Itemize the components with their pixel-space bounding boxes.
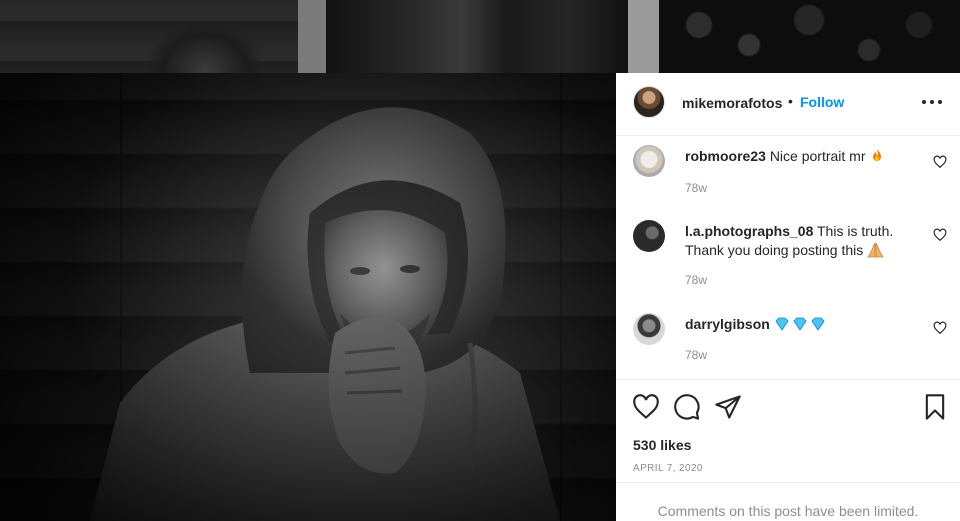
gem-stone-emoji-icon <box>775 317 825 331</box>
folded-hands-emoji-icon <box>867 242 884 258</box>
comment-icon[interactable] <box>673 393 701 421</box>
post-details-panel: mikemorafotos • Follow robmoore23 Nice p… <box>616 73 960 521</box>
comment-timestamp[interactable]: 78w <box>685 181 707 195</box>
action-bar-divider <box>616 379 960 380</box>
commenter-avatar[interactable] <box>633 145 665 177</box>
comment-timestamp[interactable]: 78w <box>685 273 707 287</box>
comment-like-heart-icon[interactable] <box>933 321 947 335</box>
follow-button[interactable]: Follow <box>800 94 844 110</box>
grid-thumbnail[interactable] <box>659 0 960 73</box>
grid-gap <box>298 0 326 73</box>
grid-gap <box>628 0 659 73</box>
commenter-username[interactable]: darrylgibson <box>685 316 770 332</box>
heart-icon[interactable] <box>632 393 660 421</box>
comment-like-heart-icon[interactable] <box>933 155 947 169</box>
comment-like-heart-icon[interactable] <box>933 228 947 242</box>
separator-dot: • <box>788 93 793 109</box>
comments-limited-notice: Comments on this post have been limited. <box>657 503 919 519</box>
grid-thumbnail[interactable] <box>0 0 298 73</box>
commenter-username[interactable]: robmoore23 <box>685 148 766 164</box>
comment-timestamp[interactable]: 78w <box>685 348 707 362</box>
likes-count[interactable]: 530 likes <box>633 437 691 453</box>
grid-thumbnail[interactable] <box>326 0 628 73</box>
bookmark-icon[interactable] <box>921 393 949 421</box>
author-username[interactable]: mikemorafotos <box>682 95 782 111</box>
post-photo[interactable] <box>0 73 616 521</box>
share-icon[interactable] <box>714 393 742 421</box>
commenter-avatar[interactable] <box>633 313 665 345</box>
comment-text: Nice portrait mr <box>769 148 866 164</box>
post-date[interactable]: APRIL 7, 2020 <box>633 463 703 474</box>
fire-emoji-icon <box>873 149 882 161</box>
divider <box>616 482 960 483</box>
author-avatar[interactable] <box>633 86 665 118</box>
more-options-icon[interactable] <box>921 93 943 109</box>
post-header: mikemorafotos • Follow <box>616 73 960 136</box>
background-post-grid <box>0 0 960 73</box>
commenter-avatar[interactable] <box>633 220 665 252</box>
commenter-username[interactable]: l.a.photographs_08 <box>685 223 813 239</box>
